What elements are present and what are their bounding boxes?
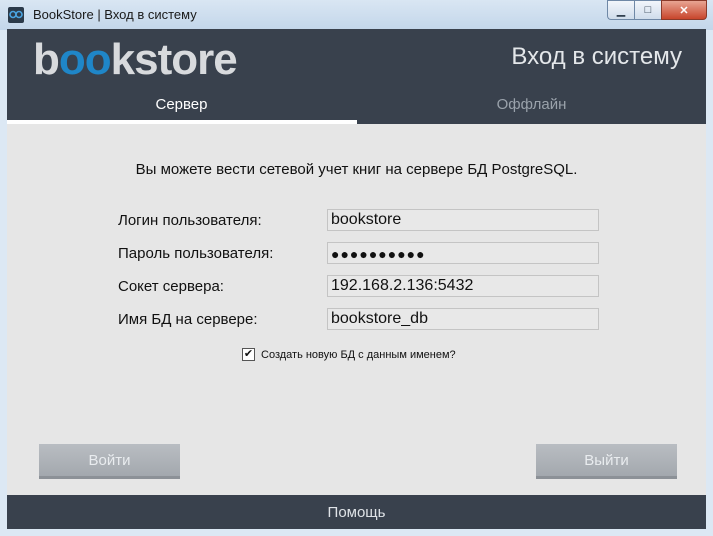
password-input[interactable]: ●●●●●●●●●● [327,242,599,264]
dbname-label: Имя БД на сервере: [118,311,258,328]
header-title: Вход в систему [511,43,682,70]
login-button[interactable]: Войти [39,444,180,479]
login-label: Логин пользователя: [118,212,262,229]
title-bar[interactable]: BookStore | Вход в систему ▁ □ ✕ [0,0,713,30]
dbname-row: Имя БД на сервере: [118,308,602,332]
create-db-label: Создать новую БД с данным именем? [261,348,456,361]
login-input[interactable] [327,209,599,231]
create-db-checkbox[interactable]: ✔ [242,348,255,361]
password-label: Пароль пользователя: [118,245,274,262]
window-controls: ▁ □ ✕ [607,0,707,20]
dbname-input[interactable] [327,308,599,330]
client-area: bookstore Вход в систему Сервер Оффлайн … [7,29,706,529]
socket-row: Сокет сервера: [118,275,602,299]
minimize-button[interactable]: ▁ [607,0,634,20]
socket-label: Сокет сервера: [118,278,224,295]
help-button[interactable]: Помощь [7,495,706,529]
app-icon [8,7,24,23]
close-button[interactable]: ✕ [661,0,707,20]
info-text: Вы можете вести сетевой учет книг на сер… [135,161,578,178]
create-db-option[interactable]: ✔ Создать новую БД с данным именем? [242,348,456,361]
logo-oo: oo [58,35,112,84]
window-title: BookStore | Вход в систему [33,7,197,22]
tab-offline[interactable]: Оффлайн [357,91,706,124]
header: bookstore Вход в систему Сервер Оффлайн [7,29,706,124]
logo-suffix: kstore [110,35,238,84]
socket-input[interactable] [327,275,599,297]
password-row: Пароль пользователя: ●●●●●●●●●● [118,242,602,266]
bookstore-logo: bookstore [33,35,238,85]
tab-server[interactable]: Сервер [7,91,357,124]
logo-prefix: b [33,35,60,84]
app-window: BookStore | Вход в систему ▁ □ ✕ booksto… [0,0,713,536]
maximize-button[interactable]: □ [634,0,661,20]
login-row: Логин пользователя: [118,209,602,233]
checkmark-icon: ✔ [243,348,254,360]
exit-button[interactable]: Выйти [536,444,677,479]
